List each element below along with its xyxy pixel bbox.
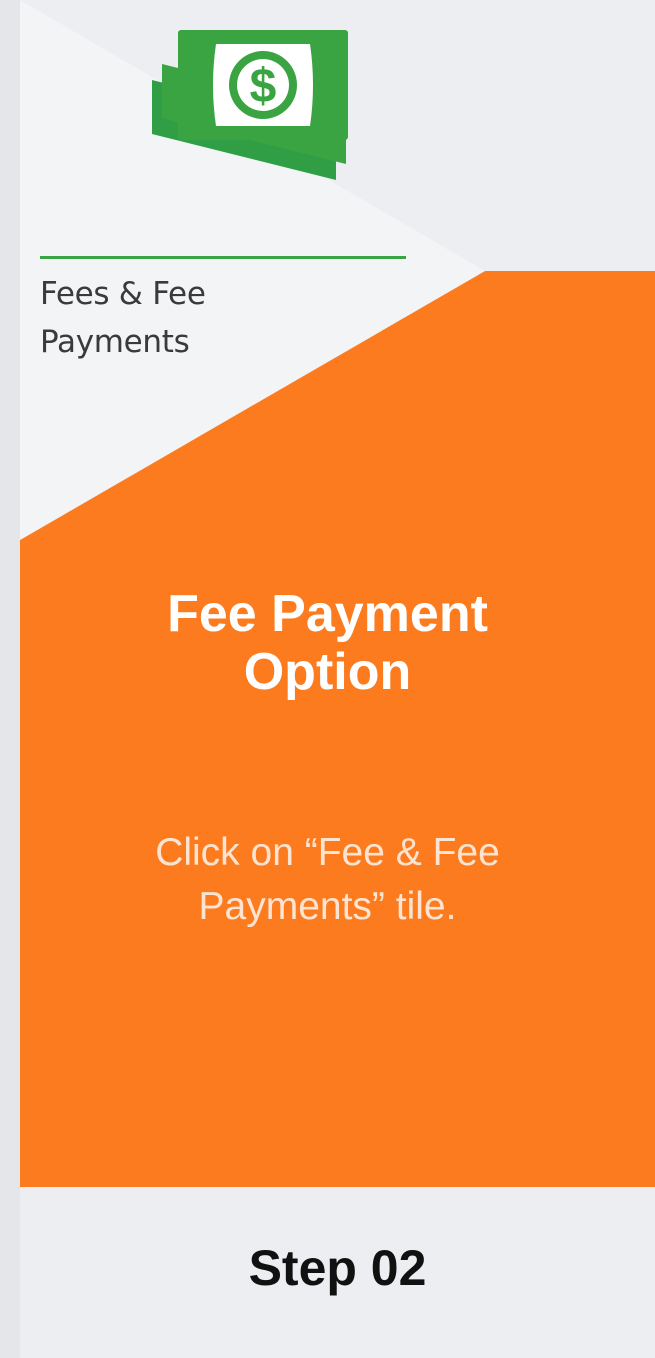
tile-label-line1: Fees & Fee — [40, 276, 206, 312]
step-title: Fee Payment Option — [0, 585, 655, 701]
step-description-line1: Click on “Fee & Fee — [155, 831, 500, 874]
step-title-line2: Option — [243, 643, 412, 701]
svg-text:$: $ — [250, 60, 277, 113]
fees-tile-preview[interactable]: $ Fees & Fee Payments — [20, 0, 485, 540]
money-icon: $ — [152, 30, 348, 180]
tile-label: Fees & Fee Payments — [40, 270, 360, 366]
step-description-line2: Payments” tile. — [198, 885, 457, 928]
tile-label-line2: Payments — [40, 324, 190, 360]
tile-divider — [40, 256, 406, 259]
step-title-line1: Fee Payment — [167, 585, 488, 643]
step-description: Click on “Fee & Fee Payments” tile. — [0, 826, 655, 934]
step-number: Step 02 — [248, 1240, 427, 1296]
